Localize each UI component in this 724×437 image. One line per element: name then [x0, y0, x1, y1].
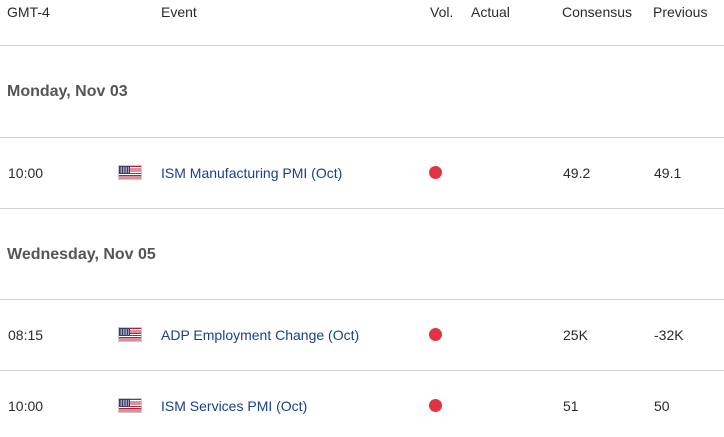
event-name-link[interactable]: ISM Services PMI (Oct) — [161, 399, 307, 413]
previous-value: 50 — [654, 398, 670, 414]
event-time: 08:15 — [8, 327, 44, 343]
previous-value: -32K — [654, 327, 684, 343]
volatility-dot-icon — [429, 166, 442, 179]
timezone-header[interactable]: GMT-4 — [7, 4, 50, 20]
event-row[interactable]: 08:15 ADP Employment Change (Oct) 25K -3… — [0, 300, 724, 371]
consensus-column-header: Consensus — [562, 4, 633, 20]
event-name-link[interactable]: ISM Manufacturing PMI (Oct) — [161, 166, 342, 180]
consensus-value: 51 — [563, 398, 579, 414]
day-label: Wednesday, Nov 05 — [7, 246, 156, 263]
event-column-header: Event — [161, 4, 197, 20]
event-time: 10:00 — [8, 165, 44, 181]
event-time: 10:00 — [8, 398, 44, 414]
day-label: Monday, Nov 03 — [7, 83, 128, 100]
event-row[interactable]: 10:00 ISM Manufacturing PMI (Oct) 49.2 4… — [0, 138, 724, 209]
us-flag-icon — [118, 327, 142, 342]
actual-column-header: Actual — [471, 4, 510, 20]
day-header-row: Monday, Nov 03 — [0, 46, 724, 138]
consensus-value: 49.2 — [563, 165, 591, 181]
us-flag-icon — [118, 398, 142, 413]
previous-value: 49.1 — [654, 165, 682, 181]
calendar-header: GMT-4 Event Vol. Actual Consensus Previo… — [0, 0, 724, 46]
volatility-dot-icon — [429, 399, 442, 412]
event-row[interactable]: 10:00 ISM Services PMI (Oct) 51 50 — [0, 371, 724, 437]
previous-column-header: Previous — [653, 4, 708, 20]
day-header-row: Wednesday, Nov 05 — [0, 209, 724, 300]
consensus-value: 25K — [563, 327, 588, 343]
volatility-dot-icon — [429, 328, 442, 341]
us-flag-icon — [118, 165, 142, 180]
event-name-link[interactable]: ADP Employment Change (Oct) — [161, 328, 359, 342]
vol-column-header: Vol. — [430, 4, 454, 20]
